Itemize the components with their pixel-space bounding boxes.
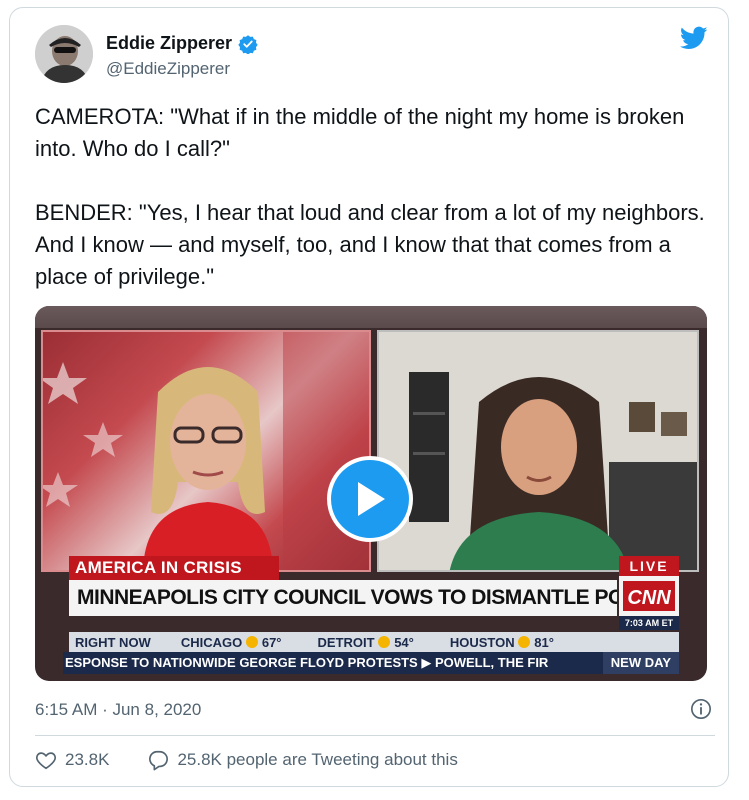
play-button[interactable] xyxy=(327,456,413,542)
display-name[interactable]: Eddie Zipperer xyxy=(106,33,232,54)
broadcast-time: 7:03 AM ET xyxy=(619,616,679,630)
heart-icon xyxy=(36,752,56,770)
weather-city: HOUSTON 81° xyxy=(449,634,554,650)
verified-badge-icon xyxy=(238,34,258,54)
action-row: 23.8K 25.8K people are Tweeting about th… xyxy=(35,749,458,771)
tweeting-link[interactable]: 25.8K people are Tweeting about this xyxy=(147,749,458,771)
like-count: 23.8K xyxy=(65,750,110,769)
tweet-timestamp[interactable]: 6:15 AM · Jun 8, 2020 xyxy=(35,700,201,720)
weather-city: CHICAGO 67° xyxy=(180,634,282,650)
avatar[interactable] xyxy=(35,25,93,83)
live-label: LIVE xyxy=(619,556,679,576)
divider xyxy=(35,735,715,736)
weather-city: DETROIT 54° xyxy=(317,634,414,650)
news-headline: MINNEAPOLIS CITY COUNCIL VOWS TO DISMANT… xyxy=(69,580,617,616)
play-icon xyxy=(358,482,385,516)
network-name: CNN xyxy=(627,587,671,609)
like-button[interactable]: 23.8K xyxy=(35,749,109,771)
tweet-card: Eddie Zipperer @EddieZipperer CAMEROTA: … xyxy=(9,7,729,787)
tweet-text: CAMEROTA: "What if in the middle of the … xyxy=(35,104,705,289)
ticker-text: ESPONSE TO NATIONWIDE GEORGE FLOYD PROTE… xyxy=(65,655,549,670)
anchor-video-frame xyxy=(41,330,371,572)
guest-video-frame xyxy=(377,330,699,572)
crisis-banner: AMERICA IN CRISIS xyxy=(69,556,279,580)
sun-icon xyxy=(378,635,391,648)
cnn-logo: CNN xyxy=(619,576,679,616)
twitter-bird-icon[interactable] xyxy=(678,24,710,52)
tweeting-count: 25.8K people are Tweeting about this xyxy=(177,750,458,769)
info-icon[interactable] xyxy=(690,698,712,720)
weather-bar: RIGHT NOW CHICAGO 67° DETROIT 54° HOUSTO… xyxy=(69,632,679,652)
news-ticker: ESPONSE TO NATIONWIDE GEORGE FLOYD PROTE… xyxy=(63,652,679,674)
right-now-label: RIGHT NOW xyxy=(75,634,151,650)
reply-bubble-icon xyxy=(149,750,169,771)
show-name: NEW DAY xyxy=(602,652,679,674)
sun-icon xyxy=(518,635,531,648)
user-handle[interactable]: @EddieZipperer xyxy=(106,59,230,79)
sun-icon xyxy=(245,635,258,648)
video-top-strip xyxy=(35,306,707,328)
video-player[interactable]: AMERICA IN CRISIS LIVE MINNEAPOLIS CITY … xyxy=(35,306,707,681)
